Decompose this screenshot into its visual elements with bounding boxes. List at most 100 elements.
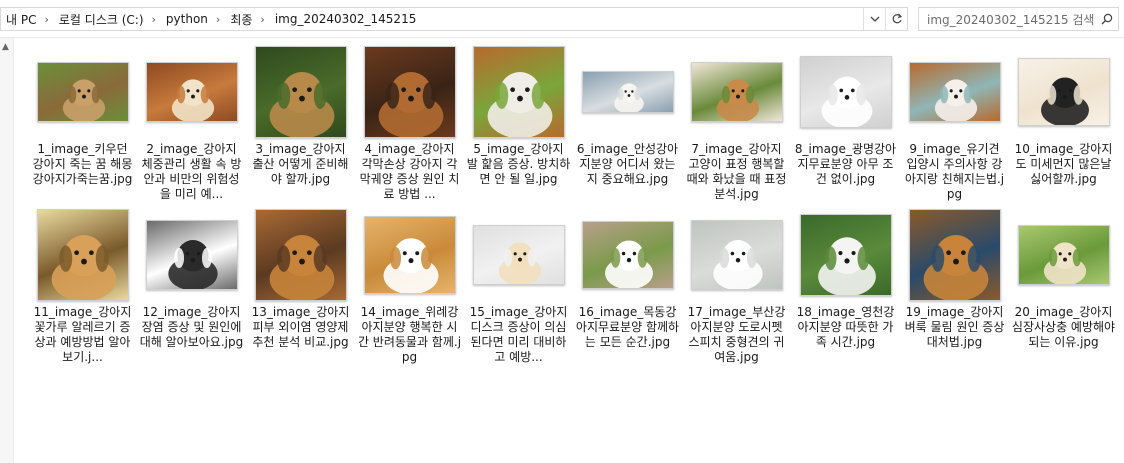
thumbnail-frame[interactable]	[687, 207, 787, 303]
file-item[interactable]: 3_image_강아지 출산 어떻게 준비해야 할까.jpg	[246, 44, 355, 207]
dog-photo-thumbnail[interactable]	[254, 209, 347, 301]
dog-photo-thumbnail[interactable]	[690, 62, 783, 122]
file-name-label[interactable]: 18_image_영천강아지분양 따뜻한 가족 시간.jpg	[794, 305, 898, 350]
navigation-pane-edge[interactable]: ▲	[0, 38, 14, 463]
breadcrumb-python[interactable]: python	[161, 12, 211, 26]
address-bar[interactable]: 내 PC › 로컬 디스크 (C:) › python › 최종 › img_2…	[0, 7, 908, 31]
search-box[interactable]: img_20240302_145215 검색	[918, 7, 1119, 31]
dog-photo-thumbnail[interactable]	[472, 46, 565, 138]
dog-photo-thumbnail[interactable]	[363, 46, 456, 138]
dog-photo-thumbnail[interactable]	[799, 214, 892, 296]
file-item[interactable]: 19_image_강아지벼룩 물림 원인 증상 대처법.jpg	[900, 207, 1009, 370]
dog-photo-thumbnail[interactable]	[145, 62, 238, 122]
file-name-label[interactable]: 10_image_강아지도 미세먼지 많은날 싫어할까.jpg	[1012, 142, 1116, 187]
dog-photo-thumbnail[interactable]	[145, 220, 238, 290]
thumbnail-frame[interactable]	[1014, 207, 1114, 303]
file-name-label[interactable]: 12_image_강아지장염 증상 및 원인에 대해 알아보아요.jpg	[140, 305, 244, 350]
file-item[interactable]: 1_image_키우던 강아지 죽는 꿈 해몽 강아지가죽는꿈.jpg	[28, 44, 137, 207]
dog-photo-thumbnail[interactable]	[908, 62, 1001, 122]
breadcrumb-separator-icon[interactable]: ›	[147, 13, 161, 26]
search-icon[interactable]	[1096, 13, 1118, 25]
file-item[interactable]: 12_image_강아지장염 증상 및 원인에 대해 알아보아요.jpg	[137, 207, 246, 370]
file-name-label[interactable]: 11_image_강아지 꽃가루 알레르기 증상과 예방방법 알아보기.j...	[31, 305, 135, 365]
dog-photo-thumbnail[interactable]	[36, 209, 129, 301]
scroll-up-icon[interactable]: ▲	[2, 42, 9, 52]
file-item[interactable]: 4_image_강아지 각막손상 강아지 각막궤양 증상 원인 치료 방법 ..…	[355, 44, 464, 207]
file-name-label[interactable]: 5_image_강아지 발 핥음 증상. 방치하면 안 될 일.jpg	[467, 142, 571, 187]
thumbnail-frame[interactable]	[796, 207, 896, 303]
file-item[interactable]: 9_image_유기견 입양시 주의사항 강아지랑 친해지는법.jpg	[900, 44, 1009, 207]
thumbnail-frame[interactable]	[578, 207, 678, 303]
dog-silhouette	[383, 238, 438, 293]
file-item[interactable]: 8_image_광명강아지무료분양 아무 조건 없이.jpg	[791, 44, 900, 207]
file-item[interactable]: 15_image_강아지 디스크 증상이 의심된다면 미리 대비하고 예방...	[464, 207, 573, 370]
file-name-label[interactable]: 6_image_안성강아지분양 어디서 왔는지 중요해요.jpg	[576, 142, 680, 187]
file-item[interactable]: 11_image_강아지 꽃가루 알레르기 증상과 예방방법 알아보기.j...	[28, 207, 137, 370]
file-item[interactable]: 18_image_영천강아지분양 따뜻한 가족 시간.jpg	[791, 207, 900, 370]
file-name-label[interactable]: 8_image_광명강아지무료분양 아무 조건 없이.jpg	[794, 142, 898, 187]
file-name-label[interactable]: 17_image_부산강아지분양 도로시펫 스피치 중형견의 귀여움.jpg	[685, 305, 789, 365]
thumbnail-frame[interactable]	[251, 207, 351, 303]
dog-photo-thumbnail[interactable]	[363, 216, 456, 294]
file-name-label[interactable]: 15_image_강아지 디스크 증상이 의심된다면 미리 대비하고 예방...	[467, 305, 571, 365]
thumbnail-frame[interactable]	[578, 44, 678, 140]
file-name-label[interactable]: 1_image_키우던 강아지 죽는 꿈 해몽 강아지가죽는꿈.jpg	[31, 142, 135, 187]
file-name-label[interactable]: 13_image_강아지 피부 외이염 영양제 추천 분석 비교.jpg	[249, 305, 353, 350]
thumbnail-frame[interactable]	[142, 207, 242, 303]
dog-photo-thumbnail[interactable]	[1017, 225, 1110, 285]
file-item[interactable]: 16_image_목동강아지무료분양 함께하는 모든 순간.jpg	[573, 207, 682, 370]
refresh-icon[interactable]	[885, 8, 907, 30]
thumbnail-frame[interactable]	[142, 44, 242, 140]
file-item[interactable]: 13_image_강아지 피부 외이염 영양제 추천 분석 비교.jpg	[246, 207, 355, 370]
dog-photo-thumbnail[interactable]	[799, 56, 892, 128]
chevron-down-icon[interactable]	[863, 8, 885, 30]
file-name-label[interactable]: 20_image_강아지심장사상충 예방해야 되는 이유.jpg	[1012, 305, 1116, 350]
dog-photo-thumbnail[interactable]	[908, 209, 1001, 301]
file-name-label[interactable]: 19_image_강아지벼룩 물림 원인 증상 대처법.jpg	[903, 305, 1007, 350]
file-item[interactable]: 7_image_강아지 고양이 표정 행복할때와 화났을 때 표정분석.jpg	[682, 44, 791, 207]
file-name-label[interactable]: 4_image_강아지 각막손상 강아지 각막궤양 증상 원인 치료 방법 ..…	[358, 142, 462, 202]
breadcrumb-final[interactable]: 최종	[225, 11, 255, 28]
file-name-label[interactable]: 14_image_위례강아지분양 행복한 시간 반려동물과 함께.jpg	[358, 305, 462, 365]
file-item[interactable]: 10_image_강아지도 미세먼지 많은날 싫어할까.jpg	[1009, 44, 1118, 207]
thumbnail-frame[interactable]	[796, 44, 896, 140]
breadcrumb-separator-icon[interactable]: ›	[255, 13, 269, 26]
file-name-label[interactable]: 3_image_강아지 출산 어떻게 준비해야 할까.jpg	[249, 142, 353, 187]
dog-photo-thumbnail[interactable]	[36, 62, 129, 122]
file-item[interactable]: 2_image_강아지 체중관리 생활 속 방안과 비만의 위험성을 미리 예.…	[137, 44, 246, 207]
file-name-label[interactable]: 7_image_강아지 고양이 표정 행복할때와 화났을 때 표정분석.jpg	[685, 142, 789, 202]
thumbnail-frame[interactable]	[360, 207, 460, 303]
file-item[interactable]: 17_image_부산강아지분양 도로시펫 스피치 중형견의 귀여움.jpg	[682, 207, 791, 370]
dog-photo-thumbnail[interactable]	[690, 220, 783, 290]
thumbnail-frame[interactable]	[469, 44, 569, 140]
dog-photo-thumbnail[interactable]	[581, 221, 674, 289]
dog-photo-thumbnail[interactable]	[472, 225, 565, 285]
breadcrumb-local-disk[interactable]: 로컬 디스크 (C:)	[54, 11, 147, 28]
file-item[interactable]: 6_image_안성강아지분양 어디서 왔는지 중요해요.jpg	[573, 44, 682, 207]
thumbnail-frame[interactable]	[360, 44, 460, 140]
file-item[interactable]: 20_image_강아지심장사상충 예방해야 되는 이유.jpg	[1009, 207, 1118, 370]
breadcrumb-separator-icon[interactable]: ›	[39, 13, 53, 26]
thumbnail-frame[interactable]	[1014, 44, 1114, 140]
dog-silhouette	[821, 76, 872, 127]
thumbnail-frame[interactable]	[33, 44, 133, 140]
breadcrumb-current-folder[interactable]: img_20240302_145215	[270, 12, 420, 26]
search-input[interactable]: img_20240302_145215 검색	[919, 11, 1096, 28]
dog-photo-thumbnail[interactable]	[581, 71, 674, 113]
thumbnail-frame[interactable]	[905, 207, 1005, 303]
thumbnail-frame[interactable]	[687, 44, 787, 140]
dog-silhouette	[498, 242, 541, 284]
file-name-label[interactable]: 16_image_목동강아지무료분양 함께하는 모든 순간.jpg	[576, 305, 680, 350]
thumbnail-frame[interactable]	[905, 44, 1005, 140]
file-name-label[interactable]: 2_image_강아지 체중관리 생활 속 방안과 비만의 위험성을 미리 예.…	[140, 142, 244, 202]
dog-photo-thumbnail[interactable]	[1017, 58, 1110, 126]
thumbnail-frame[interactable]	[469, 207, 569, 303]
thumbnail-frame[interactable]	[33, 207, 133, 303]
dog-photo-thumbnail[interactable]	[254, 46, 347, 138]
breadcrumb-this-pc[interactable]: 내 PC	[1, 11, 39, 28]
file-name-label[interactable]: 9_image_유기견 입양시 주의사항 강아지랑 친해지는법.jpg	[903, 142, 1007, 202]
thumbnail-frame[interactable]	[251, 44, 351, 140]
file-item[interactable]: 5_image_강아지 발 핥음 증상. 방치하면 안 될 일.jpg	[464, 44, 573, 207]
file-item[interactable]: 14_image_위례강아지분양 행복한 시간 반려동물과 함께.jpg	[355, 207, 464, 370]
breadcrumb-separator-icon[interactable]: ›	[211, 13, 225, 26]
